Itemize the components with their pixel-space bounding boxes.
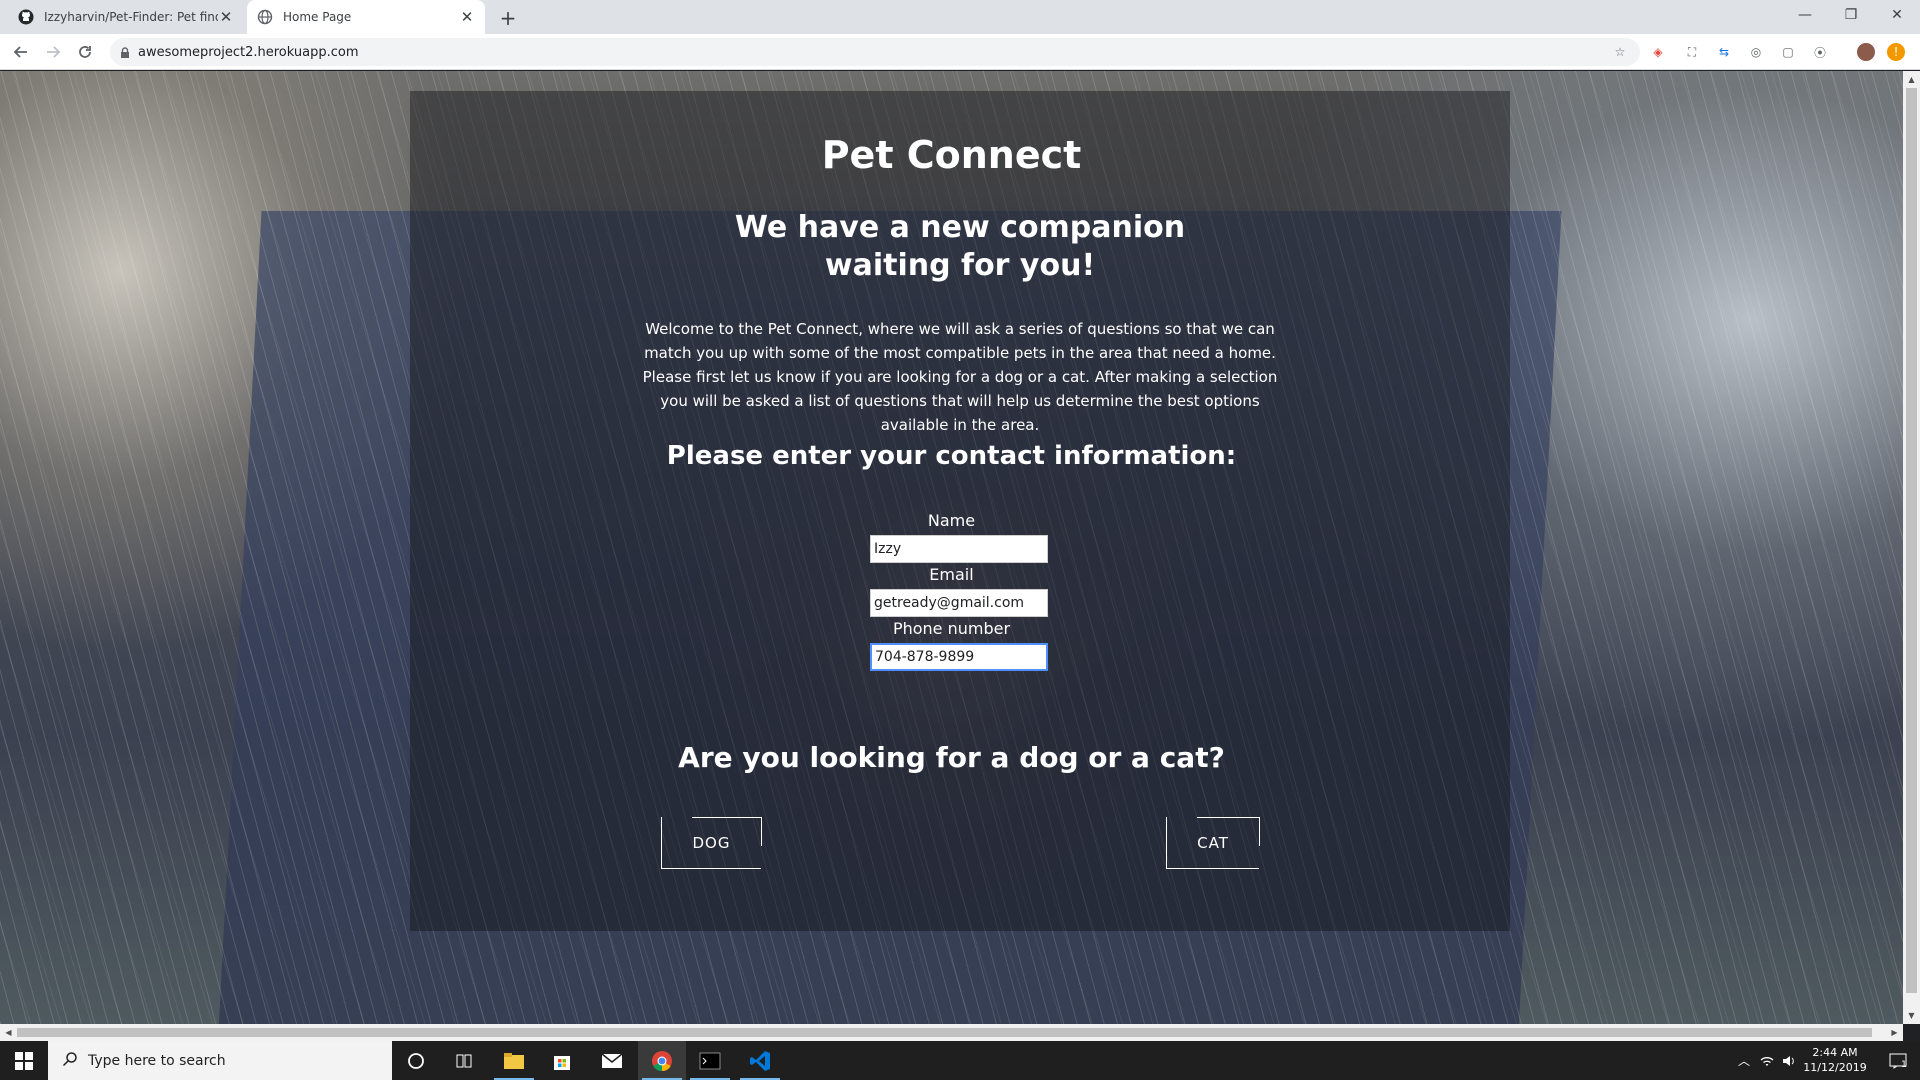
forward-icon[interactable] [40,39,66,65]
url-text: awesomeproject2.herokuapp.com [138,44,359,60]
browser-tabstrip: Izzyharvin/Pet-Finder: Pet finder ✕ Home… [0,0,1920,34]
cortana-icon[interactable] [392,1041,440,1080]
scrollbar-thumb[interactable] [17,1028,1872,1037]
bookmark-star-icon[interactable]: ☆ [1610,42,1630,62]
system-clock[interactable]: 2:44 AM 11/12/2019 [1800,1045,1870,1075]
name-label: Name [927,511,976,530]
terminal-icon[interactable] [686,1041,734,1080]
screenshot-extension-icon[interactable]: ⛶ [1682,42,1702,62]
windows-start-icon[interactable] [0,1041,48,1080]
cat-button[interactable]: CAT [1166,817,1260,869]
clock-date: 11/12/2019 [1803,1061,1867,1074]
taskbar: Type here to search ︿ 2:44 AM 11/12/2019… [0,1041,1920,1080]
taskbar-search-box[interactable]: Type here to search [48,1041,392,1080]
new-tab-button[interactable]: + [496,6,520,30]
notification-center-icon[interactable]: 1 [1878,1041,1918,1080]
profile-avatar[interactable] [1856,42,1876,62]
minimize-icon[interactable]: — [1782,0,1828,30]
store-icon[interactable] [538,1041,586,1080]
file-explorer-icon[interactable] [490,1041,538,1080]
globe-icon [257,9,273,25]
github-icon [18,9,34,25]
horizontal-scrollbar[interactable]: ◀ ▶ [0,1024,1903,1041]
tab-label: Home Page [283,10,352,24]
chrome-icon[interactable] [638,1041,686,1080]
extension-icon[interactable]: ◈ [1648,42,1668,62]
extension-icon[interactable]: ◎ [1746,42,1766,62]
notification-count: 1 [1901,1059,1907,1070]
email-field[interactable]: getready@gmail.com [870,589,1048,617]
scroll-right-icon[interactable]: ▶ [1886,1024,1903,1041]
tab-home-page[interactable]: Home Page ✕ [247,0,485,34]
lock-icon [118,45,132,59]
name-field[interactable]: Izzy [870,535,1048,563]
phone-field[interactable]: 704-878-9899 [870,643,1048,671]
browser-toolbar: awesomeproject2.herokuapp.com ☆ ◈ ⛶ ⇆ ◎ … [0,34,1920,70]
vertical-scrollbar[interactable]: ▲ ▼ [1903,71,1920,1024]
cat-button-label: CAT [1197,833,1229,852]
search-icon [62,1051,78,1071]
email-label: Email [929,565,974,584]
back-icon[interactable] [8,39,34,65]
scroll-down-icon[interactable]: ▼ [1903,1007,1920,1024]
close-tab-icon[interactable]: ✕ [459,8,475,26]
reload-icon[interactable] [72,39,98,65]
tab-label: Izzyharvin/Pet-Finder: Pet finder [44,10,218,24]
scrollbar-thumb[interactable] [1906,88,1917,993]
close-window-icon[interactable]: ✕ [1874,0,1920,30]
vscode-icon[interactable] [736,1041,784,1080]
dog-button[interactable]: DOG [661,817,762,869]
extension-icon[interactable]: ⦿ [1810,42,1830,62]
task-view-icon[interactable] [440,1041,488,1080]
wifi-icon[interactable] [1756,1041,1778,1080]
site-title: Pet Connect [821,133,1082,177]
close-tab-icon[interactable]: ✕ [218,8,234,26]
volume-icon[interactable] [1778,1041,1800,1080]
clock-time: 2:44 AM [1812,1046,1858,1059]
restore-icon[interactable]: ❐ [1828,0,1874,30]
extension-icon[interactable]: ▢ [1778,42,1798,62]
dog-button-label: DOG [692,833,731,852]
contact-heading: Please enter your contact information: [666,441,1237,471]
scroll-up-icon[interactable]: ▲ [1903,71,1920,88]
pet-type-question: Are you looking for a dog or a cat? [678,741,1225,774]
search-placeholder: Type here to search [88,1052,226,1069]
tab-github[interactable]: Izzyharvin/Pet-Finder: Pet finder ✕ [8,0,244,34]
svg-text:!: ! [1894,45,1899,59]
page-viewport: Pet Connect We have a new companion wait… [0,71,1903,1024]
phone-label: Phone number [892,619,1011,638]
extension-icon[interactable]: ⇆ [1714,42,1734,62]
update-alert-icon[interactable]: ! [1886,42,1906,62]
address-bar[interactable]: awesomeproject2.herokuapp.com [110,38,1640,66]
scroll-left-icon[interactable]: ◀ [0,1024,17,1041]
intro-paragraph: Welcome to the Pet Connect, where we wil… [642,320,1278,434]
headline: We have a new companion waiting for you! [734,210,1186,283]
show-hidden-icons[interactable]: ︿ [1734,1041,1754,1080]
mail-icon[interactable] [588,1041,636,1080]
